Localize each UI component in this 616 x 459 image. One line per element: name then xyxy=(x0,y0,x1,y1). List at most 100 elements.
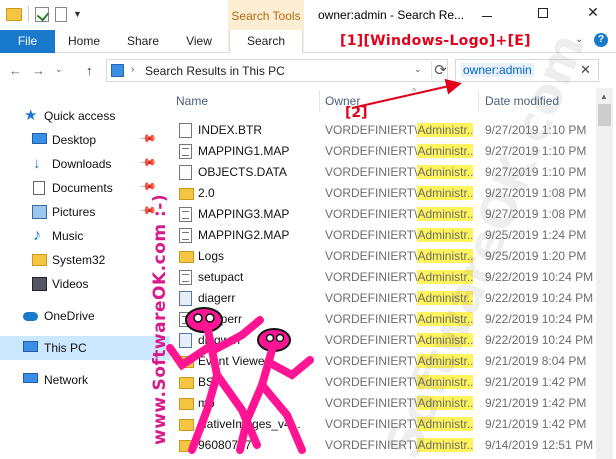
owner-domain: VORDEFINIERT\ xyxy=(325,123,418,137)
file-date-modified: 9/22/2019 10:24 PM xyxy=(485,291,594,305)
file-date-modified: 9/21/2019 8:04 PM xyxy=(485,354,587,368)
owner-domain: VORDEFINIERT\ xyxy=(325,165,418,179)
up-button[interactable]: ↑ xyxy=(86,63,93,78)
owner-domain: VORDEFINIERT\ xyxy=(325,354,418,368)
file-name[interactable]: OBJECTS.DATA xyxy=(198,165,287,179)
file-name[interactable]: MAPPING1.MAP xyxy=(198,144,289,158)
file-owner: VORDEFINIERT\Administr... xyxy=(325,186,473,200)
owner-domain: VORDEFINIERT\ xyxy=(325,333,418,347)
chevron-right-icon[interactable]: › xyxy=(131,64,134,75)
minimize-icon xyxy=(482,16,492,17)
back-button[interactable]: ← xyxy=(9,63,22,78)
owner-match-highlight: Administr... xyxy=(417,207,473,221)
sidebar-item-quick-access[interactable]: ★ Quick access xyxy=(0,104,170,128)
file-date-modified: 9/21/2019 1:42 PM xyxy=(485,417,587,431)
minimize-button[interactable] xyxy=(472,4,502,24)
quick-access-toolbar: ▼ xyxy=(6,6,82,22)
file-name[interactable]: 2.0 xyxy=(198,186,215,200)
sidebar-item-videos[interactable]: Videos xyxy=(0,272,170,296)
sidebar-item-music[interactable]: ♪ Music xyxy=(0,224,170,248)
owner-match-highlight: Administr... xyxy=(417,165,473,179)
folder-icon xyxy=(6,7,22,21)
owner-match-highlight: Administr... xyxy=(417,144,473,158)
scrollbar-thumb[interactable] xyxy=(598,104,611,126)
pin-icon[interactable]: 📌 xyxy=(138,153,157,172)
tab-share[interactable]: Share xyxy=(113,30,173,53)
file-name[interactable]: INDEX.BTR xyxy=(198,123,262,137)
file-owner: VORDEFINIERT\Administr... xyxy=(325,144,473,158)
owner-domain: VORDEFINIERT\ xyxy=(325,249,418,263)
search-input[interactable]: owner:admin xyxy=(461,63,534,77)
column-divider[interactable] xyxy=(478,90,479,112)
sidebar-item-label: Music xyxy=(52,229,84,243)
customize-toolbar-icon[interactable]: ▼ xyxy=(73,9,82,19)
star-icon: ★ xyxy=(24,107,38,124)
file-owner: VORDEFINIERT\Administr... xyxy=(325,123,473,137)
help-icon[interactable]: ? xyxy=(594,33,608,47)
vertical-scrollbar[interactable]: ▲ xyxy=(596,88,613,459)
file-date-modified: 9/14/2019 12:51 PM xyxy=(485,438,594,452)
owner-domain: VORDEFINIERT\ xyxy=(325,312,418,326)
column-name[interactable]: Name xyxy=(176,94,208,108)
sidebar-item-pictures[interactable]: Pictures 📌 xyxy=(0,200,170,224)
shortcut-annotation: [1][Windows-Logo]+[E] xyxy=(340,33,531,49)
owner-domain: VORDEFINIERT\ xyxy=(325,186,418,200)
file-icon xyxy=(179,207,192,222)
owner-domain: VORDEFINIERT\ xyxy=(325,144,418,158)
sidebar-item-onedrive[interactable]: OneDrive xyxy=(0,304,170,328)
new-folder-icon[interactable] xyxy=(55,6,67,22)
maximize-button[interactable] xyxy=(528,4,558,24)
sidebar-item-desktop[interactable]: Desktop 📌 xyxy=(0,128,170,152)
address-dropdown-icon[interactable]: ⌄ xyxy=(414,64,422,75)
sidebar-item-label: Pictures xyxy=(52,205,96,219)
address-path[interactable]: Search Results in This PC xyxy=(145,64,285,78)
sort-indicator-icon: ^ xyxy=(412,86,417,96)
desktop-icon xyxy=(32,133,47,144)
sidebar-item-label: Videos xyxy=(52,277,89,291)
folder-icon xyxy=(32,254,47,266)
properties-icon[interactable] xyxy=(35,6,49,22)
file-name[interactable]: Logs xyxy=(198,249,224,263)
sidebar-item-label: This PC xyxy=(44,341,87,355)
tab-file[interactable]: File xyxy=(0,30,55,53)
sidebar-item-documents[interactable]: Documents 📌 xyxy=(0,176,170,200)
file-icon xyxy=(179,165,192,180)
this-pc-icon xyxy=(23,341,38,352)
tab-view[interactable]: View xyxy=(174,30,224,53)
mascot-figures-icon xyxy=(166,307,314,454)
pin-icon[interactable]: 📌 xyxy=(138,129,157,148)
music-icon: ♪ xyxy=(33,227,41,244)
owner-domain: VORDEFINIERT\ xyxy=(325,270,418,284)
file-name[interactable]: MAPPING2.MAP xyxy=(198,228,289,242)
documents-icon xyxy=(33,181,45,195)
file-date-modified: 9/21/2019 1:42 PM xyxy=(485,396,587,410)
step-2-annotation: [2] xyxy=(345,105,368,121)
videos-icon xyxy=(32,277,47,291)
close-button[interactable]: ✕ xyxy=(578,4,608,24)
file-date-modified: 9/21/2019 1:42 PM xyxy=(485,375,587,389)
file-name[interactable]: MAPPING3.MAP xyxy=(198,207,289,221)
tab-home[interactable]: Home xyxy=(56,30,112,53)
recent-locations-button[interactable]: ⌄ xyxy=(55,64,63,75)
tab-search[interactable]: Search xyxy=(229,30,303,54)
sidebar-item-system32[interactable]: System32 xyxy=(0,248,170,272)
refresh-button[interactable]: ⟳ xyxy=(431,61,449,79)
file-date-modified: 9/22/2019 10:24 PM xyxy=(485,333,594,347)
file-date-modified: 9/22/2019 10:24 PM xyxy=(485,312,594,326)
sidebar-item-downloads[interactable]: ↓ Downloads 📌 xyxy=(0,152,170,176)
forward-button[interactable]: → xyxy=(32,63,45,78)
sidebar-item-label: System32 xyxy=(52,253,106,267)
navigation-pane: ★ Quick access Desktop 📌 ↓ Downloads 📌 D… xyxy=(0,88,170,459)
file-icon xyxy=(179,228,192,243)
scroll-up-icon[interactable]: ▲ xyxy=(600,92,608,101)
download-icon: ↓ xyxy=(33,155,41,172)
file-icon xyxy=(179,270,192,285)
folder-icon xyxy=(179,188,194,200)
sidebar-item-network[interactable]: Network xyxy=(0,368,170,392)
file-name[interactable]: setupact xyxy=(198,270,243,284)
address-bar[interactable]: › Search Results in This PC ⌄ ⟳ xyxy=(106,59,448,82)
column-divider[interactable] xyxy=(319,90,320,112)
toolbar-divider xyxy=(28,6,29,22)
folder-icon xyxy=(179,251,194,263)
sidebar-item-this-pc[interactable]: This PC xyxy=(0,336,170,360)
